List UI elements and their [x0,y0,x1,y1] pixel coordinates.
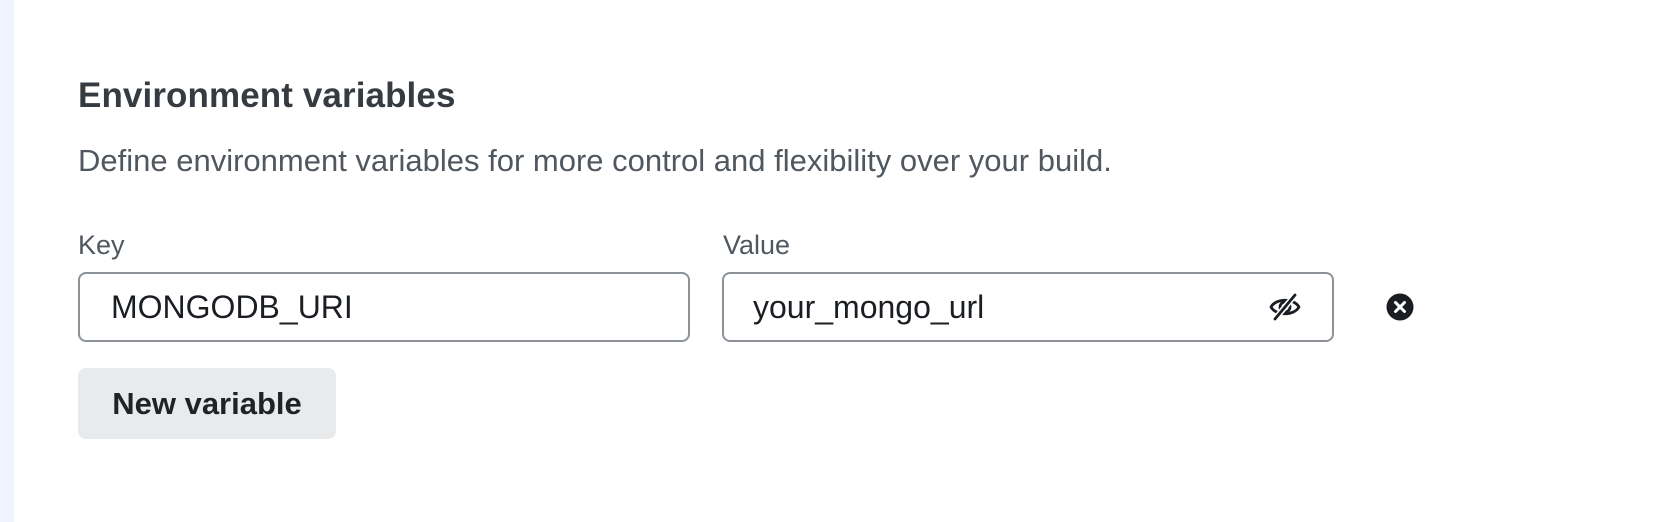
eye-off-icon[interactable] [1268,291,1302,323]
close-circle-icon [1386,293,1414,321]
value-field[interactable]: your_mongo_url [722,272,1334,342]
new-variable-button[interactable]: New variable [78,368,336,439]
key-field-value: MONGODB_URI [111,289,353,325]
section-title: Environment variables [78,76,456,115]
environment-variables-panel: Environment variables Define environment… [78,0,1638,522]
section-description: Define environment variables for more co… [78,143,1112,178]
key-label: Key [78,230,125,260]
key-field[interactable]: MONGODB_URI [78,272,690,342]
value-label: Value [723,230,791,260]
value-field-value: your_mongo_url [753,289,985,325]
remove-variable-button[interactable] [1386,293,1414,321]
left-edge-strip [0,0,14,522]
